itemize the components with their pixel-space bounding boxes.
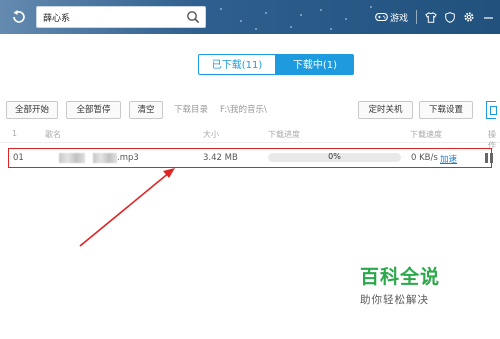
gamepad-icon bbox=[375, 12, 388, 22]
row-index: 01 bbox=[13, 153, 24, 163]
search-input[interactable] bbox=[43, 9, 183, 25]
pause-icon bbox=[485, 153, 488, 163]
clear-button[interactable]: 清空 bbox=[129, 101, 163, 119]
header-progress: 下载进度 bbox=[268, 130, 300, 139]
progress-percent: 0% bbox=[328, 152, 341, 161]
header-decoration bbox=[240, 20, 242, 22]
header-decoration bbox=[330, 28, 332, 30]
header-decoration bbox=[300, 14, 302, 16]
blurred-song-name bbox=[93, 153, 117, 163]
header-decoration bbox=[345, 18, 347, 20]
download-progress-bar: 0% bbox=[268, 152, 401, 162]
timer-shutdown-button[interactable]: 定时关机 bbox=[358, 101, 413, 119]
back-arrow-icon bbox=[13, 10, 25, 23]
watermark: 百科全说 助你轻松解决 bbox=[360, 265, 470, 307]
header-decoration bbox=[320, 9, 322, 11]
download-speed: 0 KB/s bbox=[411, 153, 438, 163]
download-dir-label: 下载目录 bbox=[174, 105, 209, 115]
search-box bbox=[36, 6, 206, 28]
window-controls: 游戏 bbox=[375, 0, 494, 34]
header-decoration bbox=[265, 12, 267, 14]
shirt-icon[interactable] bbox=[425, 11, 437, 23]
shield-icon[interactable] bbox=[445, 11, 455, 23]
gear-icon[interactable] bbox=[463, 11, 475, 23]
table-header: 1 歌名 大小 下载进度 下载速度 操作 bbox=[0, 128, 500, 150]
table-row[interactable]: 01 .mp3 3.42 MB 0% 0 KB/s 加速 bbox=[8, 148, 493, 168]
watermark-title: 百科全说 bbox=[360, 266, 441, 288]
header-decoration bbox=[220, 8, 222, 10]
header-name: 歌名 bbox=[45, 130, 61, 139]
minimize-icon[interactable] bbox=[483, 12, 494, 23]
header-decoration bbox=[255, 28, 257, 30]
top-bar: 游戏 bbox=[0, 0, 500, 34]
panel-icon bbox=[490, 106, 497, 115]
back-button[interactable] bbox=[8, 7, 28, 27]
pause-button[interactable] bbox=[485, 153, 493, 163]
header-index: 1 bbox=[12, 129, 18, 138]
edge-button[interactable] bbox=[486, 101, 497, 119]
file-size: 3.42 MB bbox=[203, 153, 238, 163]
header-speed: 下载速度 bbox=[410, 130, 442, 139]
download-dir-path[interactable]: F:\我的音乐\ bbox=[220, 101, 267, 119]
search-icon[interactable] bbox=[186, 10, 200, 24]
game-label: 游戏 bbox=[389, 13, 408, 24]
song-name-suffix: .mp3 bbox=[117, 153, 139, 163]
header-decoration bbox=[370, 6, 372, 8]
divider bbox=[416, 10, 417, 24]
header-decoration bbox=[290, 26, 292, 28]
blurred-song-name bbox=[59, 153, 85, 163]
download-toolbar: 全部开始 全部暂停 清空 下载目录 F:\我的音乐\ 定时关机 下载设置 bbox=[6, 101, 500, 119]
game-button[interactable]: 游戏 bbox=[375, 11, 408, 24]
download-tabs: 已下载(11) 下载中(1) bbox=[198, 54, 354, 75]
download-settings-button[interactable]: 下载设置 bbox=[419, 101, 473, 119]
accelerate-link[interactable]: 加速 bbox=[440, 153, 457, 165]
tab-downloaded[interactable]: 已下载(11) bbox=[198, 54, 276, 75]
watermark-subtitle: 助你轻松解决 bbox=[360, 294, 429, 306]
start-all-button[interactable]: 全部开始 bbox=[6, 101, 58, 119]
tab-downloading[interactable]: 下载中(1) bbox=[276, 54, 354, 75]
header-size: 大小 bbox=[203, 130, 219, 139]
pause-all-button[interactable]: 全部暂停 bbox=[66, 101, 121, 119]
